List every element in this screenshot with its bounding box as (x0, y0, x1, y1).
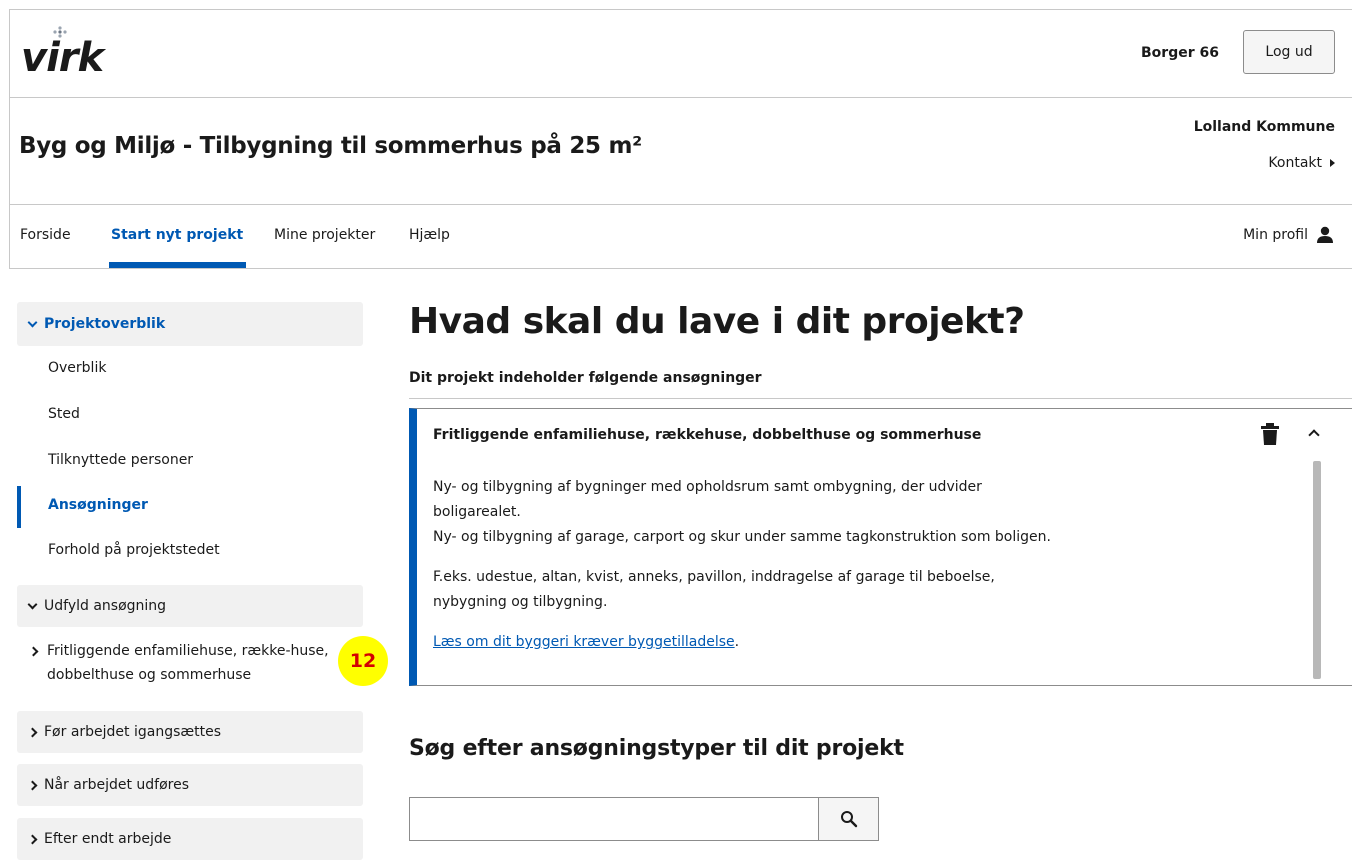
card-link-suffix: . (734, 634, 740, 650)
nav-item-forside[interactable]: Forside (20, 227, 71, 243)
sidebar-item-ansoegninger[interactable]: Ansøgninger (48, 497, 148, 513)
sidebar-section-label: Projektoverblik (44, 316, 166, 332)
trash-icon[interactable] (1260, 423, 1280, 445)
card-text-line: F.eks. udestue, altan, kvist, anneks, pa… (433, 569, 995, 585)
chevron-down-icon (27, 317, 38, 327)
card-text-line: Ny- og tilbygning af garage, carport og … (433, 529, 1051, 545)
app-title-project: Tilbygning til sommerhus på 25 m² (199, 133, 643, 159)
user-name: Borger 66 (1141, 45, 1219, 61)
sidebar-section-efter-endt-arbejde[interactable]: Efter endt arbejde (17, 818, 363, 860)
chevron-right-icon (27, 727, 38, 737)
step-badge: 12 (338, 636, 388, 686)
card-examples: F.eks. udestue, altan, kvist, anneks, pa… (433, 565, 1283, 615)
sidebar-item-sted[interactable]: Sted (48, 406, 80, 422)
sidebar-item-forhold-paa-projektstedet[interactable]: Forhold på projektstedet (48, 542, 220, 558)
sidebar-item-overblik[interactable]: Overblik (48, 360, 106, 376)
divider (409, 398, 1352, 399)
nav-active-indicator (109, 262, 246, 268)
virk-logo[interactable]: virk (21, 24, 117, 84)
sidebar-section-label: Før arbejdet igangsættes (44, 724, 222, 740)
card-text-line: boligarealet. (433, 504, 521, 520)
card-text-line: Ny- og tilbygning af bygninger med ophol… (433, 479, 982, 495)
sidebar-item-label: Fritliggende enfamiliehuse, række-huse, … (47, 643, 329, 683)
caret-right-icon (1330, 159, 1335, 167)
nav-item-mine-projekter[interactable]: Mine projekter (274, 227, 375, 243)
card-scrollbar[interactable] (1313, 461, 1321, 679)
application-card-body: Ny- og tilbygning af bygninger med ophol… (433, 475, 1283, 670)
chevron-right-icon (28, 646, 39, 657)
logo-text: virk (21, 35, 104, 81)
chevron-right-icon (27, 834, 38, 844)
applications-subheading: Dit projekt indeholder følgende ansøgnin… (409, 370, 762, 386)
application-card: Fritliggende enfamiliehuse, rækkehuse, d… (409, 408, 1352, 686)
nav-item-start-nyt-projekt[interactable]: Start nyt projekt (111, 227, 243, 243)
service-titlebar: Byg og Miljø - Tilbygning til sommerhus … (9, 98, 1352, 205)
card-text-line: nybygning og tilbygning. (433, 594, 608, 610)
contact-link[interactable]: Kontakt (1268, 155, 1335, 171)
contact-label: Kontakt (1268, 155, 1322, 171)
app-title-service: Byg og Miljø - (19, 133, 200, 159)
chevron-up-icon[interactable] (1308, 429, 1320, 441)
sidebar-active-indicator (17, 486, 21, 528)
chevron-down-icon (27, 599, 38, 609)
search-input[interactable] (409, 797, 819, 841)
top-header: virk Borger 66 Log ud (9, 9, 1352, 98)
sidebar-section-label: Udfyld ansøgning (44, 598, 167, 614)
application-card-title: Fritliggende enfamiliehuse, rækkehuse, d… (433, 427, 982, 443)
municipality-name: Lolland Kommune (1193, 119, 1335, 135)
page-title: Hvad skal du lave i dit projekt? (409, 301, 1025, 342)
profile-label: Min profil (1243, 227, 1308, 243)
sidebar-section-naar-arbejdet-udfoeres[interactable]: Når arbejdet udføres (17, 764, 363, 806)
sidebar-item-tilknyttede-personer[interactable]: Tilknyttede personer (48, 452, 193, 468)
profile-link[interactable]: Min profil (1243, 226, 1334, 244)
building-permit-info-link[interactable]: Læs om dit byggeri kræver byggetilladels… (433, 634, 735, 650)
sidebar-section-label: Efter endt arbejde (44, 831, 172, 847)
sidebar-section-udfyld-ansoegning[interactable]: Udfyld ansøgning (17, 585, 363, 627)
search-heading: Søg efter ansøgningstyper til dit projek… (409, 736, 904, 761)
card-link-row: Læs om dit byggeri kræver byggetilladels… (433, 630, 1283, 655)
search-icon (840, 811, 857, 828)
sidebar-section-foer-arbejdet[interactable]: Før arbejdet igangsættes (17, 711, 363, 753)
sidebar-section-projektoverblik[interactable]: Projektoverblik (17, 302, 363, 346)
sidebar-section-label: Når arbejdet udføres (44, 777, 190, 793)
main-nav: Forside Start nyt projekt Mine projekter… (9, 205, 1352, 269)
app-title: Byg og Miljø - Tilbygning til sommerhus … (19, 133, 642, 159)
card-description: Ny- og tilbygning af bygninger med ophol… (433, 475, 1283, 550)
user-icon (1317, 226, 1333, 243)
nav-item-hjaelp[interactable]: Hjælp (409, 227, 450, 243)
logout-button[interactable]: Log ud (1243, 30, 1335, 74)
sidebar-item-application[interactable]: Fritliggende enfamiliehuse, række-huse, … (28, 639, 340, 687)
chevron-right-icon (27, 780, 38, 790)
search-button[interactable] (818, 797, 879, 841)
